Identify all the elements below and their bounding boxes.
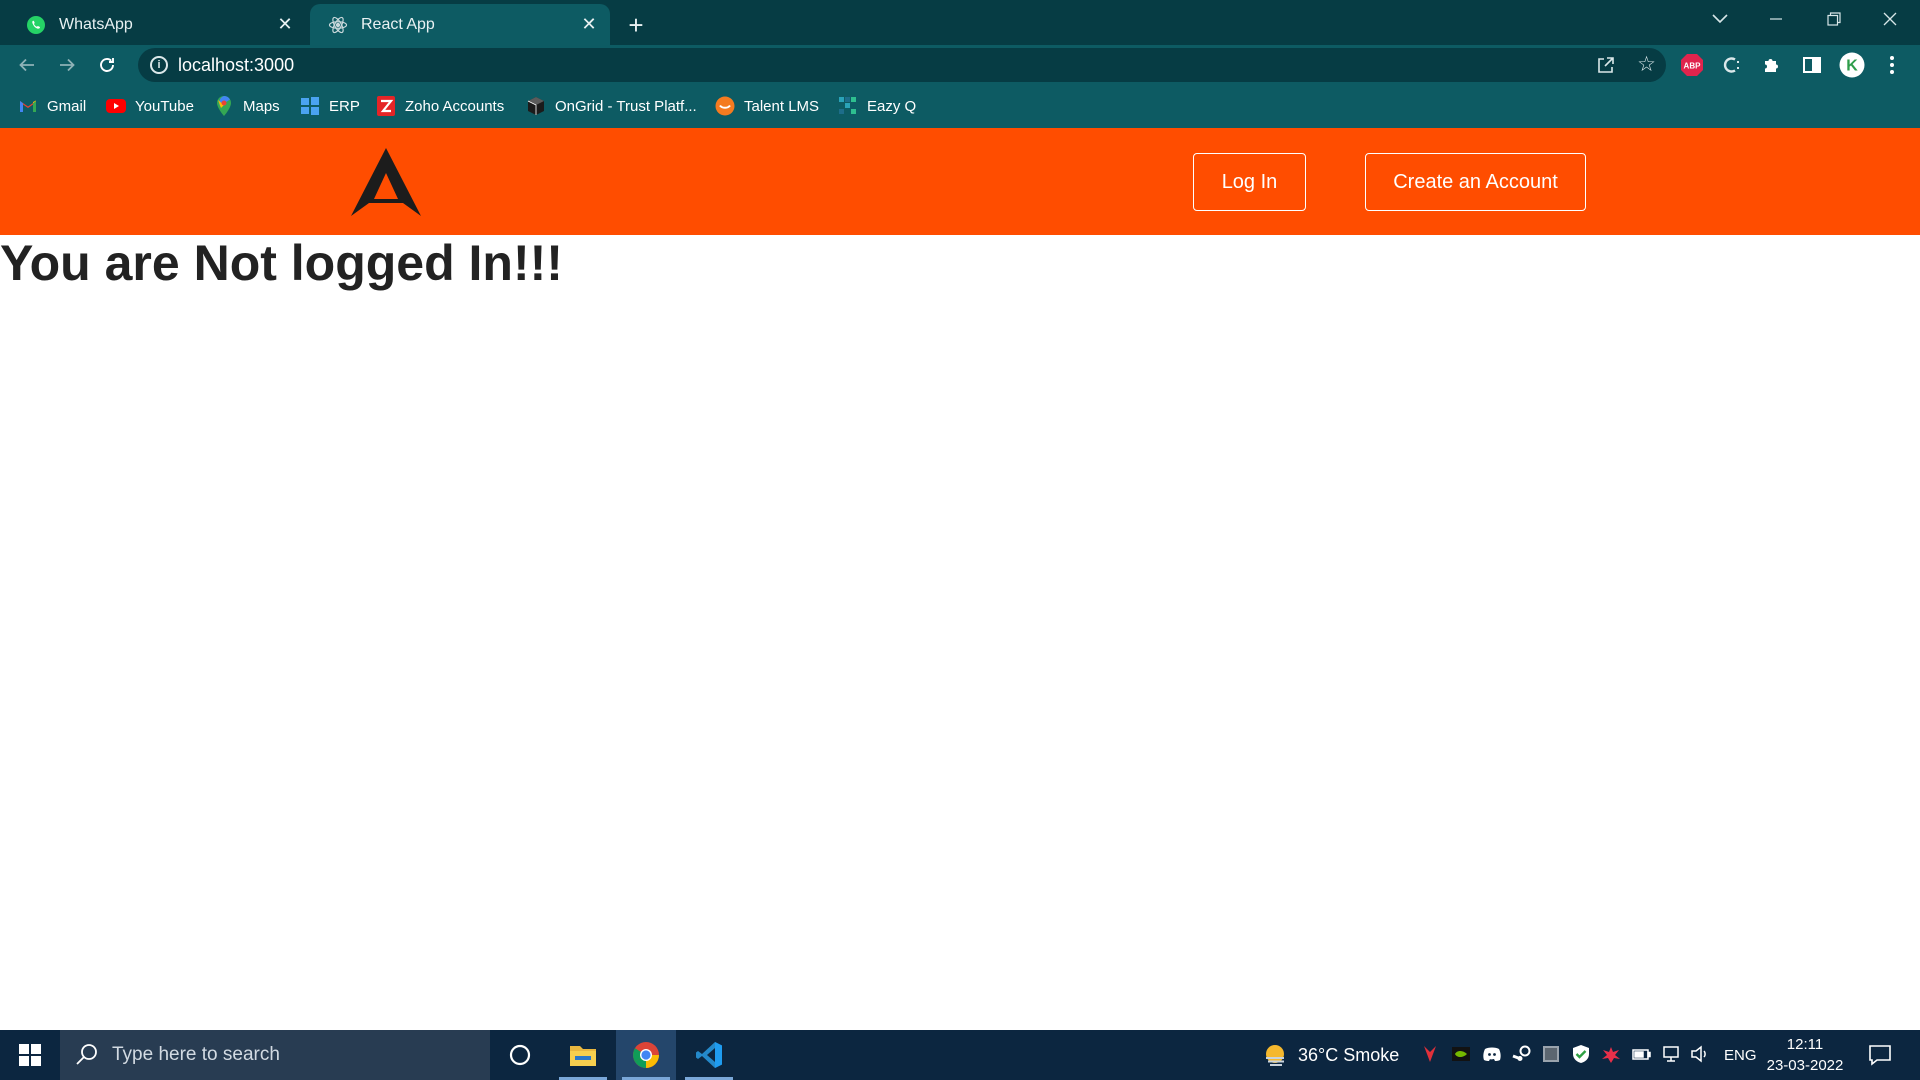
bookmark-label: YouTube [135,97,194,115]
close-tab-icon[interactable]: ✕ [576,12,602,38]
adblock-label: ABP [1684,62,1702,71]
cortana-icon[interactable] [490,1030,550,1080]
windows-start-icon[interactable] [0,1030,60,1080]
create-account-button[interactable]: Create an Account [1365,153,1586,211]
youtube-icon [106,96,126,116]
browser-tab-strip: WhatsApp ✕ React App ✕ + [0,0,1920,45]
vivaldi-tray-icon[interactable] [1420,1044,1440,1064]
bookmark-label: ERP [329,97,360,115]
ongrid-icon [526,96,546,116]
bookmark-gmail[interactable]: Gmail [18,94,86,118]
clock-date: 23-03-2022 [1766,1057,1844,1074]
url-text[interactable]: localhost:3000 [178,55,294,76]
back-icon[interactable] [11,49,43,81]
extensions-puzzle-icon[interactable] [1758,51,1786,79]
bookmark-label: Eazy Q [867,97,917,115]
tab-search-icon[interactable] [1692,0,1748,38]
restore-icon[interactable] [1806,0,1862,38]
react-icon [327,14,349,36]
eazyq-icon [838,96,858,116]
language-indicator[interactable]: ENG [1724,1030,1757,1080]
bookmark-zoho[interactable]: Zoho Accounts [376,94,504,118]
vscode-icon[interactable] [679,1030,739,1080]
bookmark-label: Talent LMS [744,97,820,115]
search-placeholder: Type here to search [112,1044,280,1065]
extension-c-icon[interactable] [1718,51,1746,79]
bookmark-maps[interactable]: Maps [214,94,280,118]
volume-icon[interactable] [1690,1044,1710,1064]
file-explorer-icon[interactable] [553,1030,613,1080]
taskbar-clock[interactable]: 12:11 23-03-2022 [1760,1034,1850,1076]
weather-text: 36°C Smoke [1298,1044,1400,1065]
app-navbar: Log In Create an Account [0,128,1920,235]
address-bar[interactable]: i localhost:3000 ☆ [138,48,1666,82]
talentlms-icon [715,96,735,116]
side-panel-icon[interactable] [1798,51,1826,79]
login-button[interactable]: Log In [1193,153,1306,211]
browser-toolbar: i localhost:3000 ☆ ABP K [0,45,1920,85]
gmail-icon [18,96,38,116]
minimize-icon[interactable] [1748,0,1804,38]
clock-time: 12:11 [1786,1036,1824,1053]
tab-title: WhatsApp [59,15,133,33]
bookmark-star-icon[interactable]: ☆ [1637,52,1656,77]
bookmarks-bar: Gmail YouTube Maps ERP Zoho Accounts OnG… [0,85,1920,128]
close-window-icon[interactable] [1862,0,1918,38]
page-content: Log In Create an Account You are Not log… [0,128,1920,1030]
page-title: You are Not logged In!!! [0,235,563,291]
profile-initial: K [1846,58,1858,75]
windows-grid-icon [300,96,320,116]
notifications-icon[interactable] [1868,1043,1892,1067]
forward-icon[interactable] [51,49,83,81]
bookmark-label: Maps [243,97,280,115]
storage-tray-icon[interactable] [1541,1044,1561,1064]
chrome-taskbar-icon[interactable] [616,1030,676,1080]
network-icon[interactable] [1661,1044,1681,1064]
weather-widget[interactable]: 36°C Smoke [1262,1030,1399,1080]
search-icon [74,1042,100,1068]
discord-icon[interactable] [1482,1044,1502,1064]
tab-whatsapp[interactable]: WhatsApp ✕ [8,4,306,45]
chrome-menu-icon[interactable] [1878,51,1906,79]
zoho-icon [376,96,396,116]
security-shield-icon[interactable] [1571,1044,1591,1064]
profile-avatar[interactable]: K [1838,51,1866,79]
battery-icon[interactable] [1631,1044,1651,1064]
taskbar-search-box[interactable]: Type here to search [60,1030,490,1080]
tab-react-app[interactable]: React App ✕ [310,4,610,45]
bookmark-label: Zoho Accounts [405,97,505,115]
site-info-icon[interactable]: i [150,56,168,74]
app-logo[interactable] [350,147,422,217]
bookmark-label: OnGrid - Trust Platf... [555,97,697,115]
share-icon[interactable] [1596,55,1616,75]
adblock-icon[interactable]: ABP [1678,51,1706,79]
bookmark-talent-lms[interactable]: Talent LMS [715,94,819,118]
steam-icon[interactable] [1512,1044,1532,1064]
nvidia-icon[interactable] [1451,1044,1471,1064]
bookmark-youtube[interactable]: YouTube [106,94,194,118]
whatsapp-icon [25,14,47,36]
bookmark-label: Gmail [47,97,87,115]
weather-haze-icon [1266,1045,1284,1066]
antivirus-tray-icon[interactable] [1601,1044,1621,1064]
maps-icon [214,96,234,116]
tab-title: React App [361,15,435,33]
new-tab-button[interactable]: + [620,9,652,41]
bookmark-eazy-q[interactable]: Eazy Q [838,94,916,118]
bookmark-ongrid[interactable]: OnGrid - Trust Platf... [526,94,697,118]
windows-taskbar: Type here to search 36°C Smoke ENG 12:11… [0,1030,1920,1080]
close-tab-icon[interactable]: ✕ [272,12,298,38]
reload-icon[interactable] [91,49,123,81]
bookmark-erp[interactable]: ERP [300,94,360,118]
